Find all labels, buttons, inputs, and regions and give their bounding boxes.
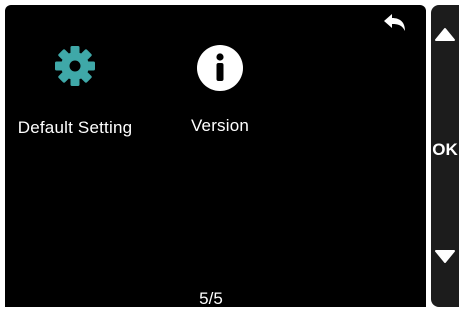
triangle-down-icon[interactable] xyxy=(432,246,458,268)
version-label: Version xyxy=(190,116,250,135)
menu-item-version[interactable]: Version xyxy=(168,44,272,144)
gear-icon xyxy=(53,44,97,88)
back-arrow-icon[interactable] xyxy=(380,12,410,36)
default-setting-label: Default Setting xyxy=(17,118,133,137)
info-icon xyxy=(196,44,244,92)
ok-button[interactable]: OK xyxy=(431,138,459,162)
page-indicator: 5/5 xyxy=(199,289,223,308)
device-screen: Default Setting Version 5/5 OK xyxy=(0,0,459,308)
triangle-up-icon[interactable] xyxy=(432,24,458,46)
menu-item-default-setting[interactable]: Default Setting xyxy=(8,44,142,144)
